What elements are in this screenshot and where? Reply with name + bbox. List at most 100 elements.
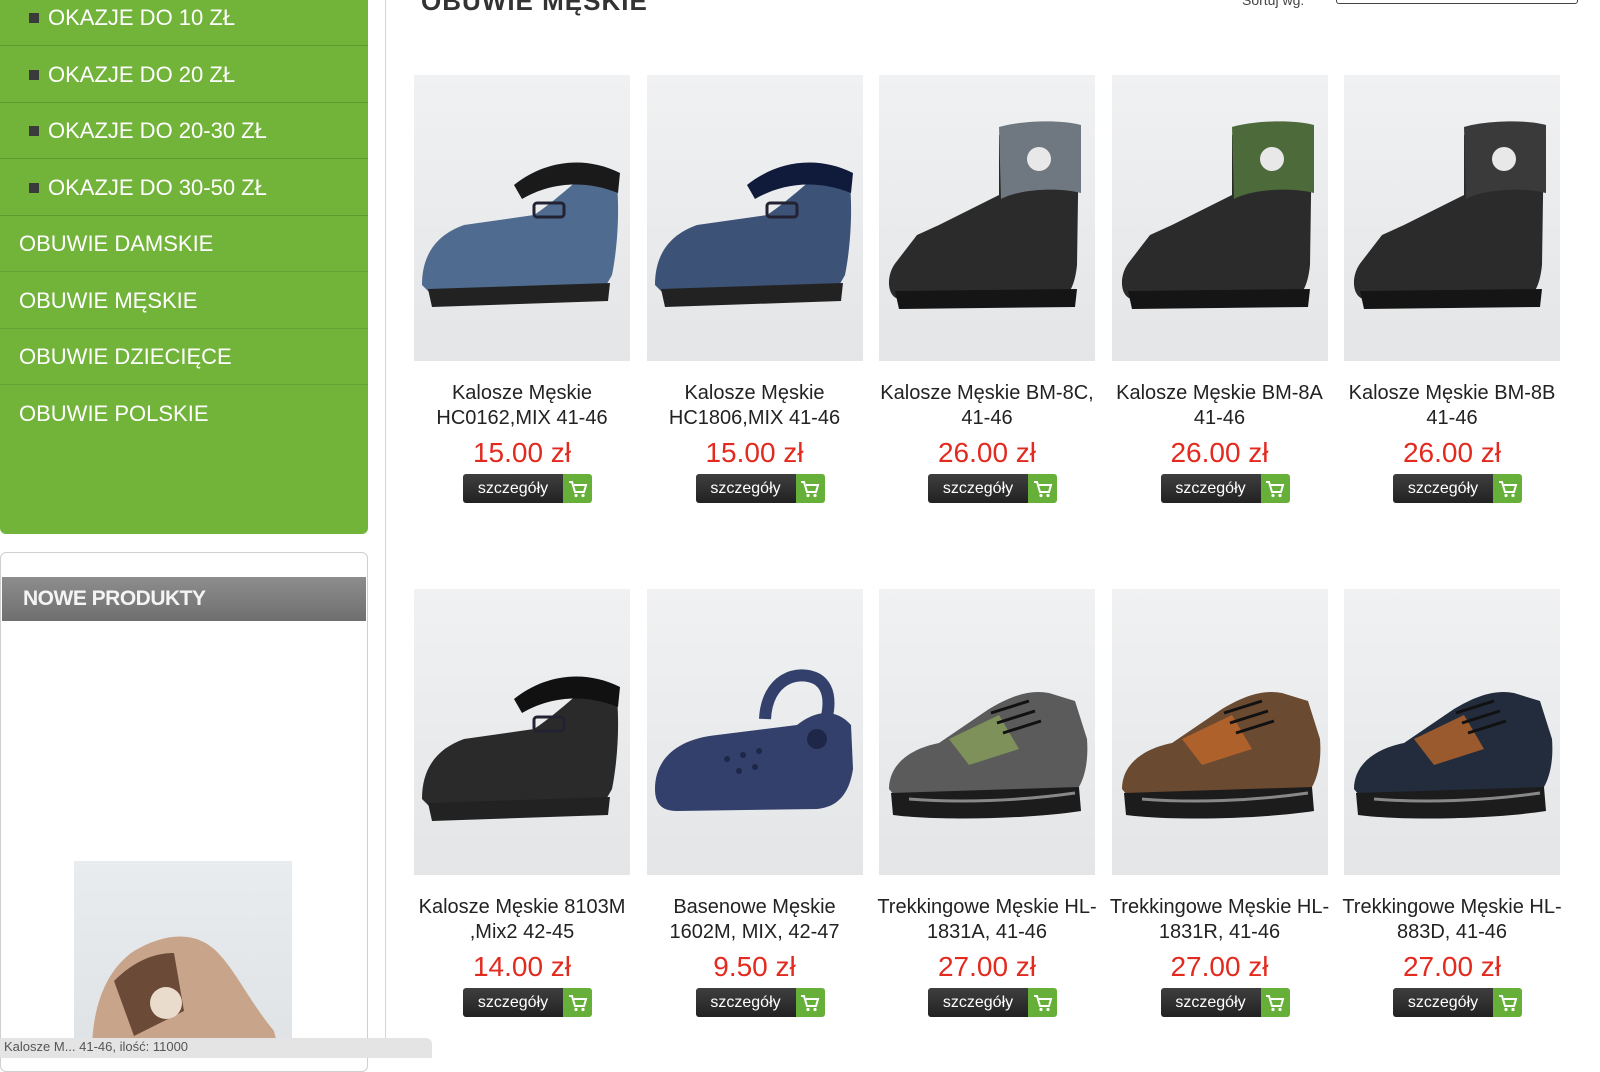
shoe-image: [654, 162, 853, 307]
details-button-label: szczegóły: [695, 474, 796, 503]
category-item[interactable]: OBUWIE POLSKIE: [0, 386, 368, 442]
category-label: OBUWIE MĘSKIE: [19, 287, 198, 313]
category-label: OKAZJE DO 20 ZŁ: [48, 61, 236, 87]
product-price: 27.00 zł: [1170, 951, 1269, 982]
cart-icon[interactable]: [1028, 474, 1057, 503]
product-name[interactable]: Kalosze Męskie BM-8C, 41-46: [873, 381, 1101, 431]
category-item[interactable]: OBUWIE DAMSKIE: [0, 216, 368, 272]
product-name[interactable]: Kalosze Męskie HC1806,MIX 41-46: [641, 381, 869, 431]
status-tooltip: Kalosze M... 41-46, ilość: 11000: [0, 1038, 432, 1058]
product-price: 26.00 zł: [1170, 437, 1269, 468]
details-button[interactable]: szczegóły: [928, 988, 1057, 1017]
cart-icon[interactable]: [563, 988, 592, 1017]
product-image[interactable]: [879, 75, 1095, 361]
category-label: OBUWIE DAMSKIE: [19, 231, 214, 256]
category-label: OKAZJE DO 10 ZŁ: [48, 5, 236, 30]
product-name[interactable]: Trekkingowe Męskie HL-1831A, 41-46: [873, 895, 1101, 945]
category-item[interactable]: OBUWIE MĘSKIE: [0, 273, 368, 329]
new-products-box: NOWE PRODUKTY: [0, 552, 368, 1072]
product-name[interactable]: Kalosze Męskie BM-8A 41-46: [1106, 381, 1334, 431]
product-name[interactable]: Kalosze Męskie BM-8B 41-46: [1338, 381, 1566, 431]
sort-label: Sortuj wg:: [1242, 0, 1305, 8]
shoe-image: [1354, 691, 1553, 819]
details-button-label: szczegóły: [928, 474, 1028, 503]
product-image[interactable]: [414, 589, 630, 875]
details-button-label: szczegóły: [1393, 474, 1493, 503]
cart-icon[interactable]: [795, 474, 825, 503]
bullet-icon: [29, 13, 39, 23]
product-image[interactable]: [1344, 75, 1560, 361]
shoe-image: [1353, 121, 1546, 309]
product-price: 14.00 zł: [472, 951, 572, 982]
details-button-label: szczegóły: [463, 474, 563, 503]
category-label: OKAZJE DO 30-50 ZŁ: [48, 174, 267, 200]
new-product-thumbnail[interactable]: [74, 861, 292, 1051]
details-button-label: szczegóły: [1160, 474, 1261, 503]
cart-icon[interactable]: [795, 988, 825, 1017]
product-image[interactable]: [879, 589, 1095, 875]
details-button-label: szczegóły: [928, 988, 1028, 1017]
product-name[interactable]: Basenowe Męskie 1602M, MIX, 42-47: [641, 895, 869, 945]
product-image[interactable]: [1344, 589, 1560, 875]
category-item[interactable]: OKAZJE DO 20-30 ZŁ: [0, 103, 368, 159]
details-button[interactable]: szczegóły: [695, 474, 825, 503]
product-image[interactable]: [646, 75, 863, 361]
category-item[interactable]: OKAZJE DO 10 ZŁ: [0, 0, 368, 46]
page-title: OBUWIE MĘSKIE: [421, 0, 648, 16]
details-button[interactable]: szczegóły: [1160, 988, 1290, 1017]
details-button[interactable]: szczegóły: [463, 988, 592, 1017]
details-button[interactable]: szczegóły: [1393, 474, 1522, 503]
product-price: 27.00 zł: [937, 951, 1037, 982]
category-menu: OKAZJE DO 10 ZŁ OKAZJE DO 20 ZŁ OKAZJE DO …: [0, 0, 368, 534]
column-divider: [385, 0, 386, 1051]
category-item[interactable]: OKAZJE DO 20 ZŁ: [0, 47, 368, 103]
product-name[interactable]: Trekkingowe Męskie HL-883D, 41-46: [1338, 895, 1566, 945]
cart-icon[interactable]: [1493, 474, 1522, 503]
bullet-icon: [29, 69, 39, 80]
product-image[interactable]: [646, 589, 863, 875]
product-price: 15.00 zł: [705, 437, 804, 468]
category-label: OBUWIE DZIECIĘCE: [19, 344, 232, 369]
sort-select[interactable]: [1336, 0, 1578, 4]
details-button[interactable]: szczegóły: [463, 474, 592, 503]
cart-icon[interactable]: [1260, 474, 1290, 503]
details-button[interactable]: szczegóły: [1393, 988, 1522, 1017]
shoe-image: [1121, 691, 1320, 819]
shoe-image: [888, 121, 1081, 309]
cart-icon[interactable]: [1260, 988, 1290, 1017]
details-button-label: szczegóły: [463, 988, 563, 1017]
product-name[interactable]: Kalosze Męskie 8103M ,Mix2 42-45: [408, 895, 636, 945]
product-name[interactable]: Kalosze Męskie HC0162,MIX 41-46: [408, 381, 636, 431]
sneaker-image: [92, 936, 279, 1051]
product-name[interactable]: Trekkingowe Męskie HL-1831R, 41-46: [1106, 895, 1334, 945]
product-image[interactable]: [1111, 589, 1328, 875]
details-button-label: szczegóły: [1160, 988, 1261, 1017]
category-item[interactable]: OKAZJE DO 30-50 ZŁ: [0, 160, 368, 216]
product-price: 26.00 zł: [937, 437, 1037, 468]
details-button[interactable]: szczegóły: [695, 988, 825, 1017]
product-price: 15.00 zł: [472, 437, 572, 468]
product-image[interactable]: [1111, 75, 1328, 361]
details-button[interactable]: szczegóły: [1160, 474, 1290, 503]
shoe-image: [654, 669, 853, 811]
cart-icon[interactable]: [563, 474, 592, 503]
product-price: 27.00 zł: [1402, 951, 1502, 982]
details-button-label: szczegóły: [1393, 988, 1493, 1017]
bullet-icon: [29, 182, 39, 193]
category-label: OKAZJE DO 20-30 ZŁ: [48, 118, 267, 143]
details-button[interactable]: szczegóły: [928, 474, 1057, 503]
shoe-image: [422, 676, 620, 821]
category-label: OBUWIE POLSKIE: [19, 400, 209, 426]
bullet-icon: [29, 126, 39, 136]
cart-icon[interactable]: [1493, 988, 1522, 1017]
product-price: 9.50 zł: [713, 951, 796, 982]
details-button-label: szczegóły: [695, 988, 796, 1017]
shoe-image: [889, 691, 1088, 819]
cart-icon[interactable]: [1028, 988, 1057, 1017]
shoe-image: [1121, 121, 1314, 309]
shoe-image: [422, 162, 620, 307]
product-price: 26.00 zł: [1402, 437, 1502, 468]
new-products-title: NOWE PRODUKTY: [2, 577, 366, 621]
category-item[interactable]: OBUWIE DZIECIĘCE: [0, 329, 368, 385]
product-image[interactable]: [414, 75, 630, 361]
